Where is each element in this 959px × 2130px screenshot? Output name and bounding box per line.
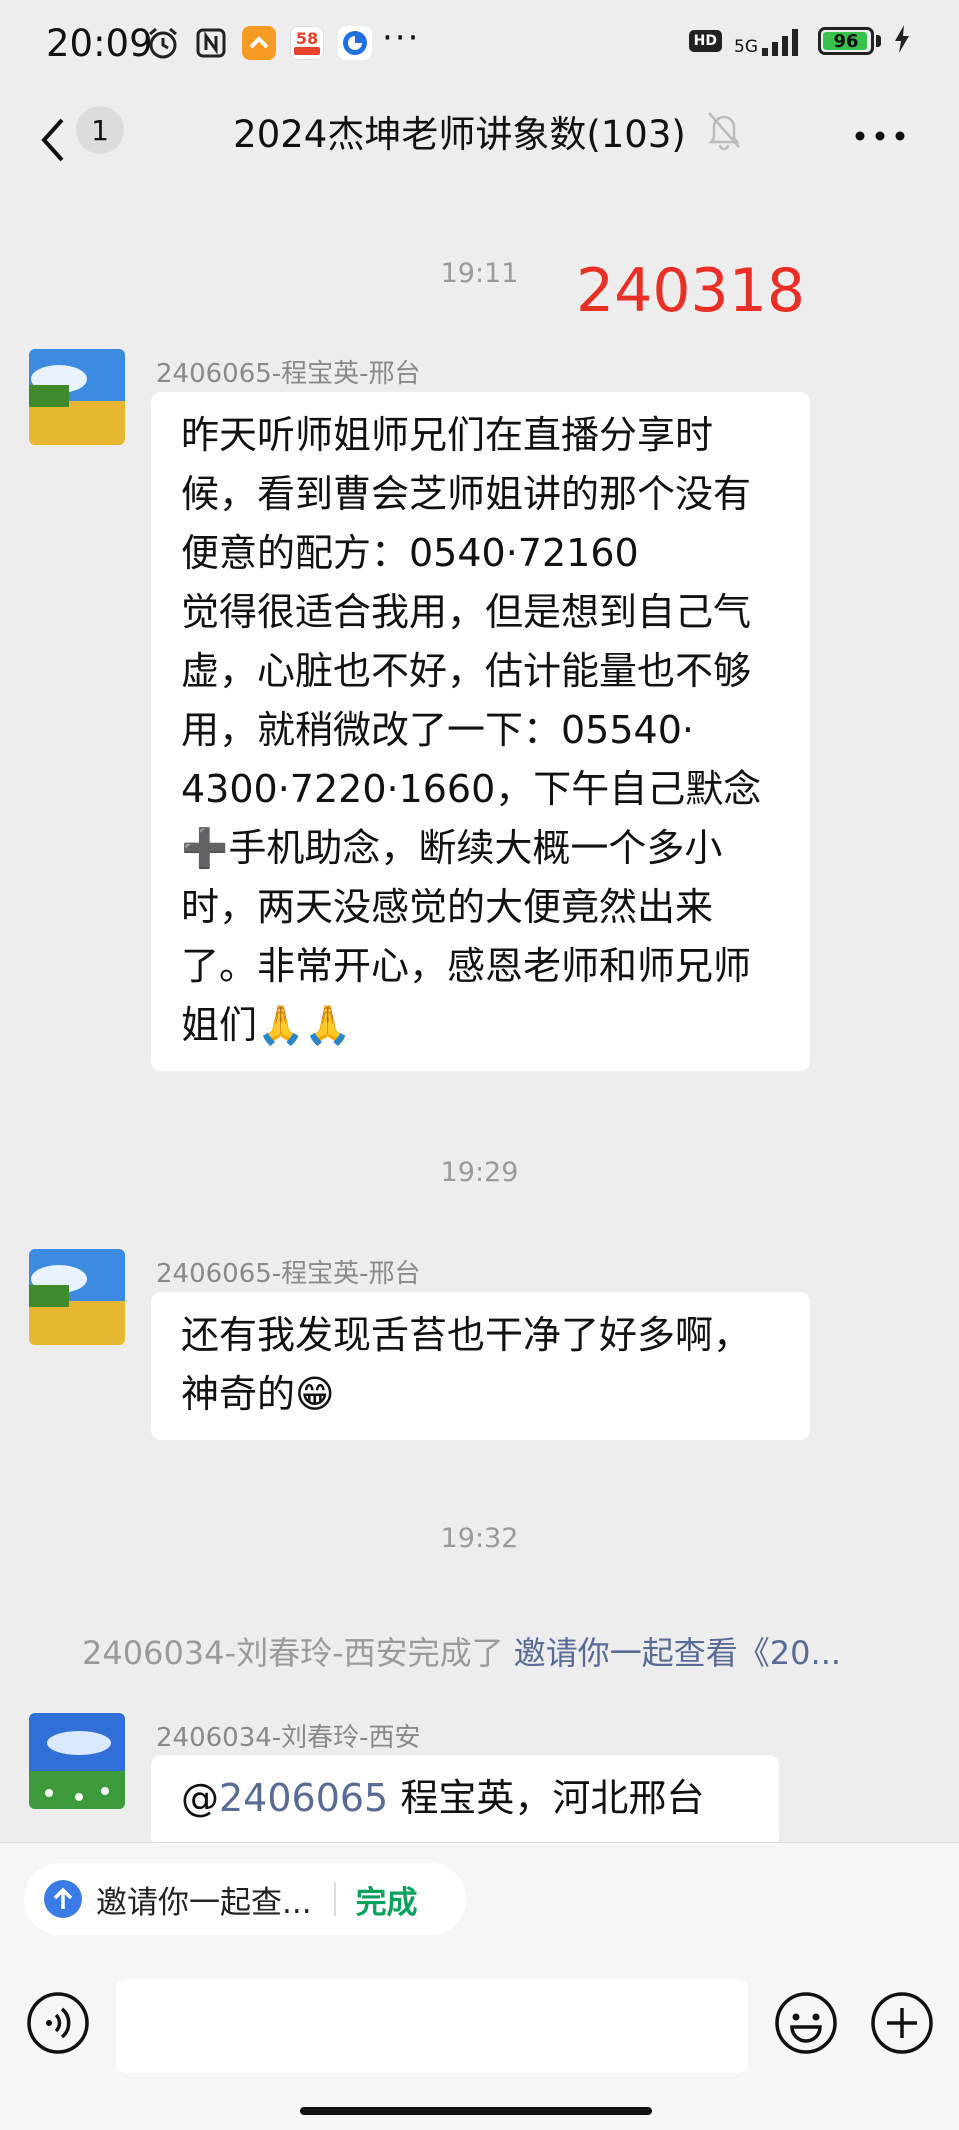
message-text: 昨天听师姐师兄们在直播分享时 候，看到曹会芝师姐讲的那个没有 便意的配方：054… (181, 413, 762, 1047)
voice-icon (27, 1992, 89, 2054)
red-date-annotation: 240318 (576, 256, 806, 326)
avatar-field-image (29, 1249, 125, 1345)
battery-indicator: 96 (818, 27, 874, 55)
time-stamp: 19:29 (440, 1157, 519, 1188)
hd-badge: HD (688, 30, 722, 52)
status-time: 20:09 (46, 22, 153, 65)
avatar[interactable] (29, 1713, 125, 1809)
message-text: 还有我发现舌苔也干净了好多啊， 神奇的😁 (181, 1313, 752, 1416)
emoji-button[interactable] (774, 1991, 838, 2055)
signal-icon: 5G (734, 26, 806, 56)
message-list[interactable]: 19:11 240318 2406065-程宝英-邢台 昨天听师姐师兄们在直播分… (0, 192, 959, 1842)
avatar-sky-image (29, 1713, 125, 1809)
charging-icon (893, 24, 911, 58)
app-58-icon: 58 (290, 26, 324, 60)
status-system-icons: HD 5G 96 (688, 24, 911, 58)
time-stamp: 19:11 (440, 258, 519, 289)
mention-link[interactable]: 2406065 (219, 1776, 388, 1820)
sender-name: 2406065-程宝英-邢台 (156, 359, 421, 389)
todo-done-button[interactable]: 完成 (356, 1877, 418, 1922)
upload-arrow-icon (44, 1880, 82, 1918)
system-message-link[interactable]: 邀请你一起查看《20... (514, 1634, 841, 1672)
status-bar: 20:09 58 ··· HD 5G 96 (0, 0, 959, 92)
page-title: 2024杰坤老师讲象数(103) (0, 104, 959, 158)
message-text: @2406065 程宝英，河北邢台 。 (181, 1769, 751, 1842)
avatar-field-image (29, 349, 125, 445)
system-message-text: 2406034-刘春玲-西安完成了 (82, 1634, 504, 1672)
smiley-icon (775, 1992, 837, 2054)
app-notification-icon (242, 26, 276, 60)
nfc-icon (194, 26, 228, 60)
home-indicator (300, 2107, 652, 2115)
mention-symbol: @ (181, 1776, 219, 1820)
chat-title: 2024杰坤老师讲象数(103) (233, 113, 686, 156)
status-notification-icons: 58 (146, 26, 372, 60)
todo-chip[interactable]: 邀请你一起查... 完成 (24, 1863, 466, 1935)
plus-icon (871, 1992, 933, 2054)
sender-name: 2406065-程宝英-邢台 (156, 1259, 421, 1289)
message-bubble[interactable]: 昨天听师姐师兄们在直播分享时 候，看到曹会芝师姐讲的那个没有 便意的配方：054… (151, 392, 810, 1071)
system-message: 2406034-刘春玲-西安完成了 邀请你一起查看《20... (82, 1628, 841, 1674)
message-bubble[interactable]: 还有我发现舌苔也干净了好多啊， 神奇的😁 (151, 1292, 810, 1440)
divider (333, 1882, 336, 1916)
input-area: 邀请你一起查... 完成 (0, 1842, 959, 2130)
network-label: 5G (734, 37, 758, 57)
more-functions-button[interactable] (870, 1991, 934, 2055)
status-more-icon: ··· (382, 18, 421, 58)
avatar[interactable] (29, 1249, 125, 1345)
alarm-icon (146, 26, 180, 60)
mute-bell-icon (706, 110, 742, 151)
avatar[interactable] (29, 349, 125, 445)
time-stamp: 19:32 (440, 1523, 519, 1554)
battery-tip (876, 35, 881, 47)
todo-text: 邀请你一起查... (96, 1884, 312, 1921)
app-58-label: 58 (295, 29, 319, 48)
browser-app-icon (338, 26, 372, 60)
message-bubble[interactable]: @2406065 程宝英，河北邢台 。 (151, 1755, 779, 1842)
message-input[interactable] (116, 1979, 748, 2073)
voice-button[interactable] (26, 1991, 90, 2055)
sender-name: 2406034-刘春玲-西安 (156, 1723, 421, 1753)
battery-level: 96 (833, 30, 859, 52)
